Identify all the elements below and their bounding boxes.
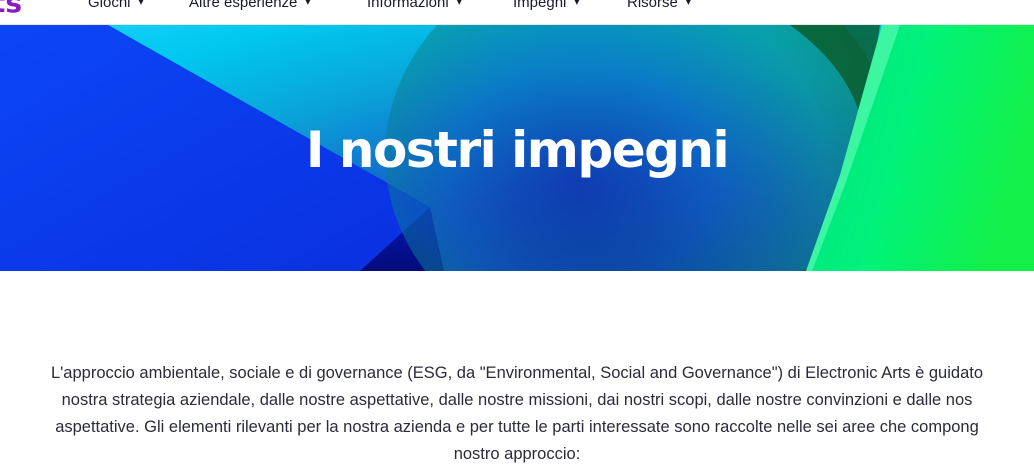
nav-item-altre-esperienze[interactable]: Altre esperienze ▾ — [189, 0, 310, 14]
intro-line: L'approccio ambientale, sociale e di gov… — [50, 364, 984, 382]
intro-line: nostra strategia aziendale, dalle nostre… — [61, 391, 973, 409]
intro-paragraph: L'approccio ambientale, sociale e di gov… — [0, 360, 1034, 468]
hero-banner: I nostri impegni — [0, 25, 1034, 271]
nav-item-label: Risorse — [627, 0, 678, 11]
chevron-down-icon: ▾ — [685, 0, 691, 8]
chevron-down-icon: ▾ — [305, 0, 311, 8]
intro-line: aspettative. Gli elementi rilevanti per … — [55, 418, 979, 436]
nav-item-giochi[interactable]: Giochi ▾ — [88, 0, 144, 14]
nav-item-label: Impegni — [513, 0, 567, 11]
nav-item-label: Giochi — [88, 0, 131, 11]
top-navigation-bar: ts Giochi ▾ Altre esperienze ▾ Informazi… — [0, 0, 1034, 25]
intro-line: nostro approccio: — [453, 445, 581, 463]
chevron-down-icon: ▾ — [574, 0, 580, 8]
nav-item-impegni[interactable]: Impegni ▾ — [513, 0, 579, 14]
page-title: I nostri impegni — [305, 121, 730, 179]
nav-item-risorse[interactable]: Risorse ▾ — [627, 0, 691, 14]
chevron-down-icon: ▾ — [456, 0, 462, 8]
nav-item-informazioni[interactable]: Informazioni ▾ — [367, 0, 462, 14]
nav-item-label: Informazioni — [367, 0, 449, 11]
chevron-down-icon: ▾ — [138, 0, 144, 8]
nav-item-label: Altre esperienze — [189, 0, 298, 11]
ea-logo[interactable]: ts — [0, 0, 22, 19]
